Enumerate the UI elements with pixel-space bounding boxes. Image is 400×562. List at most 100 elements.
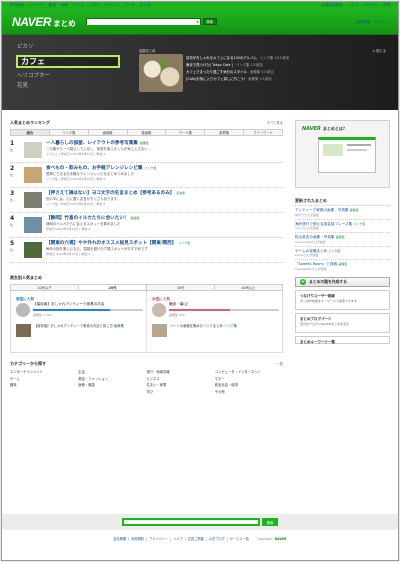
- gender-tab[interactable]: 30代: [147, 285, 215, 290]
- category-link[interactable]: その他: [215, 390, 283, 396]
- footer-link[interactable]: 公式ブログ: [209, 536, 225, 541]
- updated-item[interactable]: 「Sweets Room」と検索 画像集 lovesweetsさんが追加: [295, 259, 390, 273]
- male-top-item[interactable]: 【保存版】おしゃれアンティーク家具のお店 画像集 1,024: [33, 302, 143, 317]
- ranking-item-title[interactable]: 【関東の穴場】やや外れのオススメ桜見スポット【関東/関西】 リンク集: [46, 240, 283, 247]
- ranking-item-title[interactable]: 【押さえて損はない】ヨコ文字の名言まとめ【参考あるのみ】 名言集: [46, 190, 283, 197]
- category-link[interactable]: 趣味: [10, 383, 78, 389]
- category-link[interactable]: ゲーム: [10, 377, 78, 383]
- ranking-item-title[interactable]: 食べもの・飲みもの、お手軽アレンジレシピ集 リンク集: [46, 165, 283, 172]
- male-item-title[interactable]: 【保存版】おしゃれアンティーク家具のお店: [33, 302, 143, 307]
- hero-keyword-active[interactable]: カフェ: [16, 55, 120, 68]
- ranking-item[interactable]: 5 位 【関東の穴場】やや外れのオススメ桜見スポット【関東/関西】 リンク集 毎年の桜を…: [10, 240, 283, 263]
- hero-keyword[interactable]: ピカソ: [17, 42, 34, 50]
- dropdown-arrow-icon[interactable]: ▼: [196, 20, 198, 24]
- category-link[interactable]: ビジネス: [147, 377, 215, 383]
- close-button[interactable]: × 閉じる: [372, 48, 386, 53]
- male-sub-tag[interactable]: 画像集: [114, 324, 124, 328]
- top-nav-link[interactable]: ブログ: [89, 3, 100, 8]
- updated-item[interactable]: ゲームの攻略まとめ リンク集 kumaさんが追加: [295, 245, 390, 260]
- female-sub-item[interactable]: ハートの画像を集めたリンクまとめ リンク集: [152, 324, 277, 337]
- top-nav-link[interactable]: クチコミ: [105, 3, 119, 8]
- footer-link[interactable]: 広告ご掲載: [188, 536, 204, 541]
- category-link[interactable]: 医療・健康: [78, 383, 146, 389]
- category-link[interactable]: 住まい・家電: [147, 383, 215, 389]
- top-nav-link[interactable]: 動画: [49, 3, 56, 8]
- top-right-link[interactable]: 言語変換設定: [321, 3, 343, 8]
- top-nav-link[interactable]: 画像: [61, 3, 68, 8]
- featured-item[interactable]: [Cafe]お気に入りカフェ探しに行こう! 画像集 1人参加: [186, 76, 336, 83]
- ranking-item[interactable]: 4 位 【静岡】竹島のイルカたちに会いたい！ 動画集 静岡のイルカたちに会えるスポットを…: [10, 215, 283, 238]
- footer-link[interactable]: プライバシー: [149, 536, 168, 541]
- ranking-tab[interactable]: 動画集: [127, 130, 167, 135]
- hero-keyword[interactable]: ヘリコプター: [17, 71, 50, 79]
- thumbnail-image[interactable]: [24, 242, 42, 258]
- ranking-item-title[interactable]: 【静岡】竹島のイルカたちに会いたい！ 動画集: [46, 215, 283, 222]
- ranking-item-title[interactable]: 一人暮らしの部屋、レイアウトの参考写真集 画像集: [46, 140, 283, 147]
- footer-link[interactable]: ヘルプ: [173, 536, 183, 541]
- gender-tab[interactable]: 10代以下: [11, 285, 79, 290]
- blog-parts-box[interactable]: まとめブログパーツ 自分のブログにNAVERまとめを表示: [295, 312, 390, 333]
- footer-link[interactable]: サービス一覧: [230, 536, 249, 541]
- user-link[interactable]: ログイン: [374, 19, 388, 24]
- female-item-title[interactable]: 鎌倉・葉山！: [169, 302, 279, 307]
- category-link[interactable]: エンターテインメント: [10, 370, 78, 376]
- ranking-tab[interactable]: 総合: [11, 130, 50, 135]
- top-right-link[interactable]: お問: [383, 3, 390, 8]
- category-link[interactable]: 旅行・地域情報: [147, 370, 215, 376]
- ranking-tab[interactable]: リンク集: [49, 130, 89, 135]
- featured-image[interactable]: [139, 54, 183, 92]
- footer-search-input[interactable]: [122, 518, 260, 526]
- keyword-list-link[interactable]: まとめキーワード一覧: [295, 335, 390, 344]
- user-search-box[interactable]: つなげりユーザー検索 まとめ作成者をキーワードで検索できます: [295, 289, 390, 310]
- category-link[interactable]: 政治社会・経済: [215, 383, 283, 389]
- female-top-item[interactable]: 鎌倉・葉山！ 画像集 870: [169, 302, 279, 317]
- ranking-item-tag[interactable]: リンク集: [178, 241, 190, 245]
- featured-item[interactable]: カフェでまったり過ごす休日のスタイル 画像集 3人参加: [186, 69, 336, 76]
- ranking-item-tag[interactable]: 動画集: [131, 216, 140, 220]
- footer-link[interactable]: 会社概要: [113, 536, 126, 541]
- category-link[interactable]: 学び: [147, 390, 215, 396]
- ranking-item-tag[interactable]: 画像集: [140, 141, 149, 145]
- category-link[interactable]: 美容・ファッション: [78, 377, 146, 383]
- thumbnail-image[interactable]: [24, 192, 42, 208]
- footer-search-button[interactable]: 検索: [262, 518, 278, 526]
- top-nav-link[interactable]: 総合検索: [10, 3, 24, 8]
- featured-item[interactable]: 自宅がおしゃれなカフェになる105のアルバム リンク集 15人参加: [186, 55, 336, 62]
- ranking-item-tag[interactable]: リンク集: [144, 166, 156, 170]
- ranking-tab[interactable]: 画像集: [88, 130, 128, 135]
- category-more-link[interactable]: 一覧: [276, 361, 283, 366]
- category-link[interactable]: コンピュータ・インターネット: [215, 370, 283, 376]
- thumbnail-image[interactable]: [24, 217, 42, 233]
- updated-item[interactable]: 松山英夫の画像・写真集 画像集 lovecombiさんが追加: [295, 232, 390, 246]
- gender-tab[interactable]: 20代: [79, 285, 147, 290]
- thumbnail-image[interactable]: [24, 142, 42, 158]
- ranking-more-link[interactable]: すべて見る: [267, 120, 283, 125]
- category-link[interactable]: 生活: [78, 370, 146, 376]
- male-sub-item[interactable]: 【保存版】おしゃれアンティーク家具のお店と探し方 画像集: [16, 324, 141, 337]
- thumbnail-image[interactable]: [24, 167, 42, 183]
- top-right-link[interactable]: ヘルプ: [348, 3, 359, 8]
- top-nav-link[interactable]: マーク: [124, 3, 135, 8]
- search-button[interactable]: 検索: [202, 18, 217, 25]
- updated-item[interactable]: 海外旅行で使える英会話フレーズ集 リンク集 シルカさんが追加: [295, 218, 390, 233]
- ranking-item-tag[interactable]: 名言集: [176, 191, 185, 195]
- search-input[interactable]: [86, 19, 200, 25]
- featured-item[interactable]: 東京で見つけた[ Tokyo Cafe ] リンク集 1人参加: [186, 62, 336, 69]
- hero-keyword[interactable]: 花見: [17, 81, 28, 89]
- ranking-tab[interactable]: ワード集: [166, 130, 206, 135]
- ranking-item[interactable]: 1 位 一人暮らしの部屋、レイアウトの参考写真集 画像集 この春から一人暮らしで上京し、…: [10, 140, 283, 163]
- promo-banner[interactable]: NAVER まとめとは？: [295, 120, 390, 188]
- female-sub-tag[interactable]: リンク集: [224, 324, 237, 328]
- site-logo[interactable]: NAVER まとめ: [12, 15, 76, 29]
- top-nav-link[interactable]: まとめ: [140, 3, 151, 8]
- ranking-item[interactable]: 3 位 【押さえて損はない】ヨコ文字の名言まとめ【参考あるのみ】 名言集 世の中には、心…: [10, 190, 283, 213]
- create-matome-button[interactable]: + まとめの題を作成する: [295, 276, 390, 287]
- ranking-tab[interactable]: フリーワード: [244, 130, 283, 135]
- category-link[interactable]: マネー: [215, 377, 283, 383]
- ranking-item[interactable]: 2 位 食べもの・飲みもの、お手軽アレンジレシピ集 リンク集 簡単にできるお手軽なアレン…: [10, 165, 283, 188]
- footer-link[interactable]: 利用規約: [131, 536, 144, 541]
- top-nav-link[interactable]: トピック: [29, 3, 43, 8]
- top-right-link[interactable]: ログイン: [363, 3, 377, 8]
- updated-item[interactable]: アンティーク家具の画像・写真集 画像集 ゆかりさんが追加: [295, 205, 390, 219]
- ranking-tab[interactable]: 推薦集: [205, 130, 245, 135]
